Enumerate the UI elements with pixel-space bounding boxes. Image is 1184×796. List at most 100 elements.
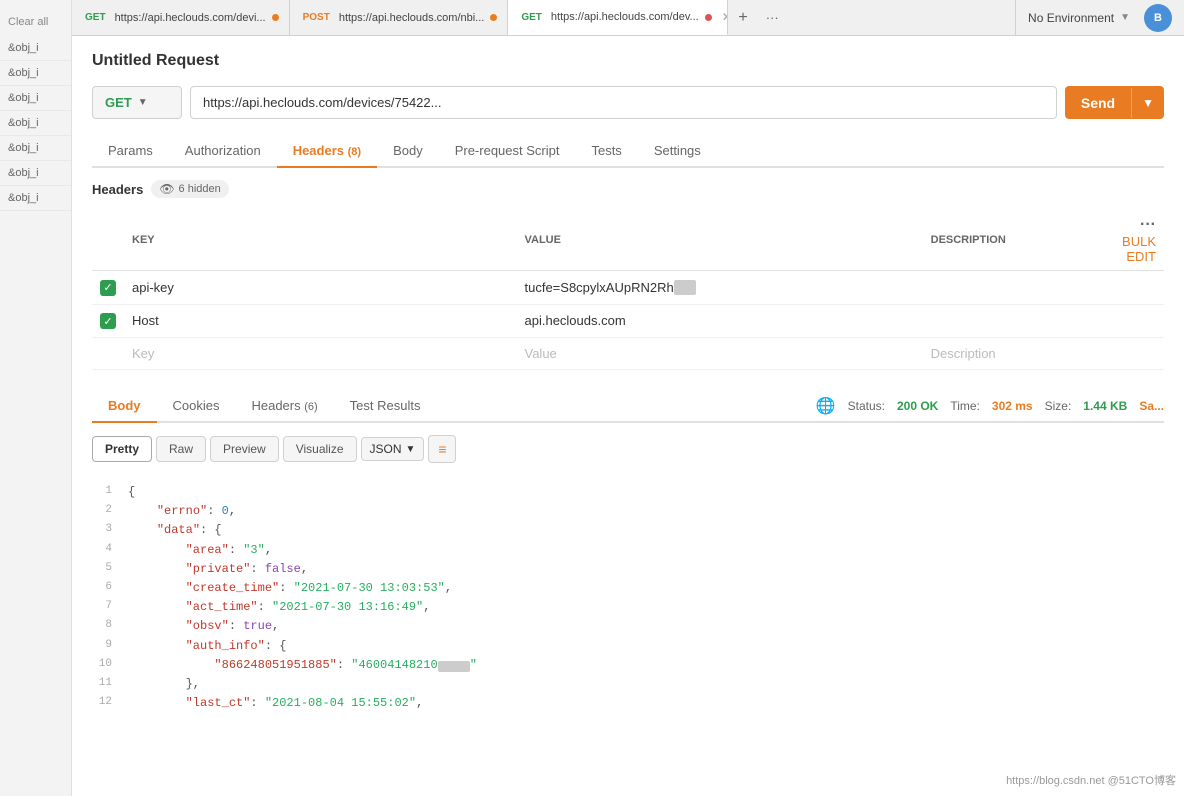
tab-dot-2 [490,14,497,21]
method-value: GET [105,95,132,110]
tab-settings[interactable]: Settings [638,135,717,168]
tab-close-button[interactable]: ✕ [722,10,729,24]
row2-checkbox[interactable]: ✓ [100,313,116,329]
json-format-label: JSON [370,442,402,456]
tab-url-3: https://api.heclouds.com/dev... [551,11,699,23]
json-line-3: 3 "data": { [92,521,1164,540]
method-selector[interactable]: GET ▼ [92,86,182,119]
env-selector[interactable]: No Environment ▼ B [1015,0,1184,35]
bulk-edit-button[interactable]: Bulk Edit [1122,234,1156,264]
tab-2[interactable]: POST https://api.heclouds.com/nbi... [290,0,509,35]
sidebar-item-4[interactable]: &obj_i [0,111,71,136]
json-viewer: 1 { 2 "errno": 0, 3 "data": { 4 "area": … [92,475,1164,721]
sidebar-item-2[interactable]: &obj_i [0,61,71,86]
json-line-10: 10 "866248051951885": "46004148210xxxx" [92,656,1164,675]
main-content: Untitled Request GET ▼ Send ▼ Params Aut… [72,36,1184,796]
json-line-12: 12 "last_ct": "2021-08-04 15:55:02", [92,694,1164,713]
json-line-8: 8 "obsv": true, [92,617,1164,636]
page-title: Untitled Request [92,52,1164,70]
response-status-bar: 🌐 Status: 200 OK Time: 302 ms Size: 1.44… [816,392,1164,420]
status-value: 200 OK [897,399,938,413]
res-tab-body[interactable]: Body [92,390,157,423]
send-label: Send [1065,87,1131,119]
wrap-icon: ≡ [438,441,446,457]
format-chevron-icon: ▼ [406,444,416,455]
sidebar-item-5[interactable]: &obj_i [0,136,71,161]
json-format-selector[interactable]: JSON ▼ [361,437,425,461]
format-raw-button[interactable]: Raw [156,436,206,462]
headers-meta: Headers 👁 6 hidden [92,180,1164,198]
empty-value[interactable]: Value [525,346,557,361]
col-value-header: VALUE [517,210,923,271]
res-tab-headers[interactable]: Headers (6) [235,390,333,423]
row2-key[interactable]: Host [132,313,159,328]
tab-headers[interactable]: Headers (8) [277,135,377,168]
format-visualize-button[interactable]: Visualize [283,436,357,462]
format-preview-button[interactable]: Preview [210,436,279,462]
format-pretty-button[interactable]: Pretty [92,436,152,462]
url-bar: GET ▼ Send ▼ [92,86,1164,119]
send-arrow-icon[interactable]: ▼ [1131,88,1164,118]
hidden-headers-badge[interactable]: 👁 6 hidden [151,180,228,198]
env-chevron-icon: ▼ [1120,12,1130,23]
tab-dot-1 [272,14,279,21]
request-tabs: Params Authorization Headers (8) Body Pr… [92,135,1164,168]
time-label: Time: [950,399,980,413]
save-response-label[interactable]: Sa... [1139,399,1164,413]
table-row: ✓ Host api.heclouds.com [92,304,1164,338]
url-input[interactable] [190,86,1057,119]
send-button[interactable]: Send ▼ [1065,86,1164,119]
sidebar-item-7[interactable]: &obj_i [0,186,71,211]
json-line-11: 11 }, [92,675,1164,694]
col-checkbox [92,210,124,271]
clear-all-button[interactable]: Clear all [0,8,56,36]
time-value: 302 ms [992,399,1033,413]
status-label: Status: [848,399,885,413]
sidebar: Clear all &obj_i &obj_i &obj_i &obj_i &o… [0,0,72,796]
json-line-9: 9 "auth_info": { [92,637,1164,656]
sidebar-item-3[interactable]: &obj_i [0,86,71,111]
tabs-bar: GET https://api.heclouds.com/devi... POS… [72,0,1184,36]
json-line-7: 7 "act_time": "2021-07-30 13:16:49", [92,598,1164,617]
empty-key[interactable]: Key [132,346,154,361]
tab-url-2: https://api.heclouds.com/nbi... [339,12,485,24]
headers-table: KEY VALUE DESCRIPTION ··· Bulk Edit ✓ ap… [92,210,1164,370]
tab-prerequest[interactable]: Pre-request Script [439,135,576,168]
watermark: https://blog.csdn.net @51CTO博客 [1006,772,1176,788]
row2-value[interactable]: api.heclouds.com [525,313,626,328]
method-label-3: GET [518,11,545,24]
row1-key[interactable]: api-key [132,280,174,295]
row1-checkbox[interactable]: ✓ [100,280,116,296]
method-label-2: POST [300,11,333,24]
hidden-count: 6 hidden [179,183,221,195]
size-value: 1.44 KB [1083,399,1127,413]
method-label-1: GET [82,11,109,24]
tab-tests[interactable]: Tests [575,135,637,168]
checkmark-icon: ✓ [103,315,112,328]
tab-3[interactable]: GET https://api.heclouds.com/dev... ✕ [508,0,728,35]
checkmark-icon: ✓ [103,281,112,294]
avatar[interactable]: B [1144,4,1172,32]
sidebar-item-1[interactable]: &obj_i [0,36,71,61]
empty-description[interactable]: Description [931,346,996,361]
wrap-button[interactable]: ≡ [428,435,456,463]
res-tab-test-results[interactable]: Test Results [334,390,437,423]
sidebar-item-6[interactable]: &obj_i [0,161,71,186]
json-line-2: 2 "errno": 0, [92,502,1164,521]
row1-value[interactable]: tucfe=S8cpylxAUpRN2Rh38 [525,280,697,295]
json-line-4: 4 "area": "3", [92,541,1164,560]
tab-body[interactable]: Body [377,135,439,168]
tab-authorization[interactable]: Authorization [169,135,277,168]
more-tabs-button[interactable]: ··· [758,0,787,35]
col-key-header: KEY [124,210,517,271]
res-tab-cookies[interactable]: Cookies [157,390,236,423]
add-tab-button[interactable]: + [728,0,757,35]
headers-label: Headers [92,182,143,197]
method-chevron-icon: ▼ [138,97,148,108]
tab-1[interactable]: GET https://api.heclouds.com/devi... [72,0,290,35]
json-line-5: 5 "private": false, [92,560,1164,579]
tab-params[interactable]: Params [92,135,169,168]
more-options-button[interactable]: ··· [1140,216,1156,233]
tab-url-1: https://api.heclouds.com/devi... [115,12,266,24]
format-bar: Pretty Raw Preview Visualize JSON ▼ ≡ [92,435,1164,463]
